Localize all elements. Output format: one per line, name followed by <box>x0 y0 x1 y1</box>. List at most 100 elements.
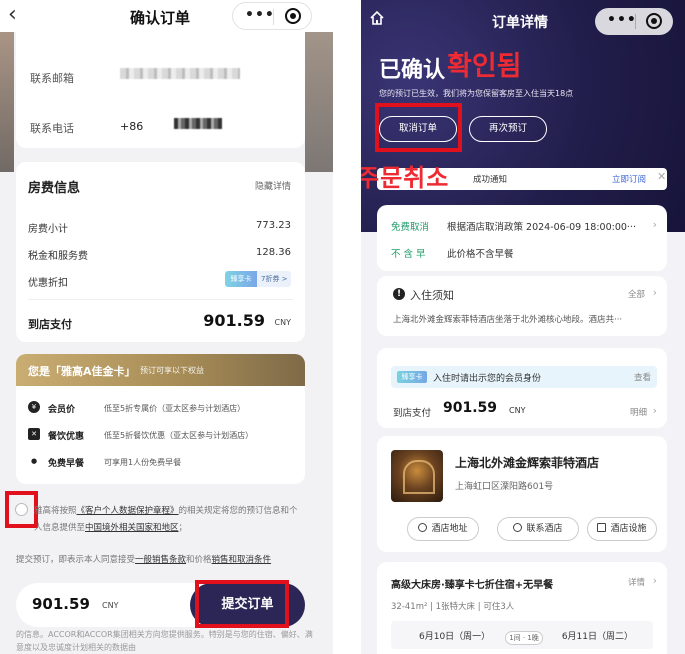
background-image-strip <box>305 32 333 172</box>
member-tier-title: 您是「雅高A佳金卡」 <box>28 365 136 378</box>
notice-text: 成功通知 <box>473 175 508 185</box>
chevron-right-icon: › <box>652 286 657 299</box>
fee-info-card: 房费信息 隐藏详情 房费小计 773.23 税金和服务费 128.36 优惠折扣… <box>16 162 305 342</box>
dining-icon: ✕ <box>28 428 40 440</box>
rebook-button[interactable]: 再次预订 <box>469 116 547 142</box>
room-detail-link[interactable]: 详情 <box>628 576 645 588</box>
hide-details-link[interactable]: 隐藏详情 <box>255 179 291 192</box>
room-card: 高级大床房·臻享卡七折住宿+无早餐 详情 › 32-41m² | 1张特大床 |… <box>377 562 667 654</box>
benefit-desc: 低至5折餐饮优惠（亚太区参与计划酒店） <box>104 431 254 440</box>
checkin-title: 入住须知 <box>410 289 454 302</box>
mini-program-capsule: ••• <box>232 2 312 30</box>
member-notice[interactable]: 臻享卡 入住时请出示您的会员身份 查看 <box>391 366 657 388</box>
pay-at-hotel-label: 到店支付 <box>393 408 432 419</box>
button-label: 联系酒店 <box>526 524 563 534</box>
hotel-card: 上海北外滩金辉索菲特酒店 上海虹口区溧阳路601号 酒店地址 联系酒店 酒店设施 <box>377 436 667 552</box>
close-icon[interactable]: ✕ <box>657 170 666 183</box>
benefit-name: 会员价 <box>48 405 76 415</box>
fee-title: 房费信息 <box>28 181 81 196</box>
member-benefits-card: 您是「雅高A佳金卡」 预订可享以下权益 ¥ 会员价 低至5折专属价（亚太区参与计… <box>16 354 305 484</box>
chevron-right-icon: › <box>652 218 657 231</box>
hotel-photo[interactable] <box>391 450 443 502</box>
currency-unit: CNY <box>102 601 119 610</box>
cancel-policy-text[interactable]: 根据酒店取消政策 2024-06-09 18:00:00··· <box>447 219 636 233</box>
policy-card: 免费取消 根据酒店取消政策 2024-06-09 18:00:00··· › 不… <box>377 205 667 271</box>
capsule-divider <box>635 14 636 29</box>
cancellation-terms-link[interactable]: 销售和取消条件 <box>212 555 272 565</box>
room-meta: 32-41m² | 1张特大床 | 可住3人 <box>391 602 515 612</box>
order-status: 已确认 <box>379 58 446 83</box>
currency-unit: CNY <box>274 318 291 327</box>
benefit-name: 餐饮优惠 <box>48 432 85 442</box>
location-icon <box>418 523 428 532</box>
currency-unit: CNY <box>509 406 526 415</box>
nights-badge: 1间 · 1晚 <box>505 631 543 645</box>
hotel-name[interactable]: 上海北外滩金辉索菲特酒店 <box>455 454 599 471</box>
korean-annotation-cancel: 주문취소 <box>361 164 450 192</box>
divider <box>28 299 293 300</box>
close-miniprogram-icon[interactable] <box>285 8 301 24</box>
hotel-facilities-button[interactable]: 酒店设施 <box>587 517 657 541</box>
breakfast-icon: ● <box>28 455 40 467</box>
payment-card: 臻享卡 入住时请出示您的会员身份 查看 到店支付 901.59 CNY 明细 › <box>377 348 667 428</box>
subscribe-link[interactable]: 立即订阅 <box>612 173 646 185</box>
fee-row-label: 优惠折扣 <box>28 278 68 289</box>
view-link[interactable]: 查看 <box>634 371 651 383</box>
privacy-policy-link[interactable]: 《客户个人数据保护章程》 <box>77 506 179 516</box>
fee-row-value: 128.36 <box>256 247 291 258</box>
terms-text-part: 和价格 <box>186 555 212 565</box>
phone-prefix[interactable]: +86 <box>120 120 143 133</box>
button-label: 酒店设施 <box>610 524 647 534</box>
view-all-link[interactable]: 全部 <box>628 288 645 300</box>
breakfast-tag: 不 含 早 <box>391 249 426 260</box>
status-subtitle: 您的预订已生效，我们将为您保留客房至入住当天18点 <box>379 89 574 98</box>
hotel-address: 上海虹口区溧阳路601号 <box>455 482 554 492</box>
pay-at-hotel-label: 到店支付 <box>28 318 72 331</box>
close-miniprogram-icon[interactable] <box>646 13 662 29</box>
checkin-date: 6月10日（周一） <box>419 632 491 642</box>
document-icon <box>597 523 607 532</box>
room-name: 高级大床房·臻享卡七折住宿+无早餐 <box>391 580 554 591</box>
highlight-box <box>195 580 289 628</box>
checkin-text: 上海北外滩金辉索菲特酒店坐落于北外滩核心地段。酒店共··· <box>393 315 623 325</box>
member-tier-subtitle: 预订可享以下权益 <box>140 366 204 375</box>
checkout-date: 6月11日（周二） <box>561 632 633 642</box>
member-price-icon: ¥ <box>28 401 40 413</box>
chevron-right-icon: › <box>652 574 657 587</box>
mini-program-capsule: ••• <box>595 8 673 35</box>
fee-row-value: 773.23 <box>256 220 291 231</box>
hotel-address-button[interactable]: 酒店地址 <box>407 517 479 541</box>
benefit-name: 免费早餐 <box>48 459 85 469</box>
overseas-regions-link[interactable]: 中国境外相关国家和地区 <box>85 523 179 533</box>
more-icon[interactable]: ••• <box>607 12 637 28</box>
more-icon[interactable]: ••• <box>245 7 275 23</box>
phone-label: 联系电话 <box>30 122 74 135</box>
sales-terms-link[interactable]: 一般销售条款 <box>135 555 186 565</box>
email-label: 联系邮箱 <box>30 72 74 85</box>
price-detail-link[interactable]: 明细 <box>630 406 647 418</box>
member-banner: 您是「雅高A佳金卡」 预订可享以下权益 <box>16 354 305 386</box>
member-badge: 臻享卡 <box>397 371 427 383</box>
button-label: 酒店地址 <box>431 524 468 534</box>
data-disclaimer: 的信息。ACCOR和ACCOR集团相关方向您提供服务。特别是与您的住宿、偏好、满… <box>16 630 313 652</box>
pay-at-hotel-amount: 901.59 <box>443 400 498 416</box>
discount-badge: 臻享卡 <box>225 271 257 287</box>
order-detail-screen: 订单详情 ••• 已确认 확인됨 您的预订已生效，我们将为您保留客房至入住当天1… <box>361 0 685 654</box>
fee-row-label: 税金和服务费 <box>28 251 88 262</box>
order-confirm-screen: ‹ 确认订单 ••• 联系邮箱 联系电话 +86 房费信息 隐藏详情 房费小计 … <box>0 0 333 654</box>
cancel-policy-tag: 免费取消 <box>391 222 430 233</box>
email-value-redacted <box>120 68 240 79</box>
phone-value-redacted <box>174 118 222 129</box>
benefit-desc: 可享用1人份免费早餐 <box>104 458 182 467</box>
member-text: 入住时请出示您的会员身份 <box>433 374 542 384</box>
terms-text-part: 提交预订，即表示本人同意接受 <box>16 555 136 565</box>
discount-pill[interactable]: 臻享卡 7折券 > <box>225 271 291 287</box>
fee-row-label: 房费小计 <box>28 224 68 235</box>
contact-hotel-button[interactable]: 联系酒店 <box>497 517 579 541</box>
stay-dates: 6月10日（周一） 1间 · 1晚 6月11日（周二） <box>391 621 653 649</box>
chevron-right-icon: › <box>652 404 657 417</box>
nav-bar: ‹ 确认订单 ••• <box>0 0 333 32</box>
background-image-strip <box>0 32 14 172</box>
capsule-divider <box>273 9 274 25</box>
checkin-notice-card[interactable]: ! 入住须知 全部 › 上海北外滩金辉索菲特酒店坐落于北外滩核心地段。酒店共··… <box>377 276 667 336</box>
